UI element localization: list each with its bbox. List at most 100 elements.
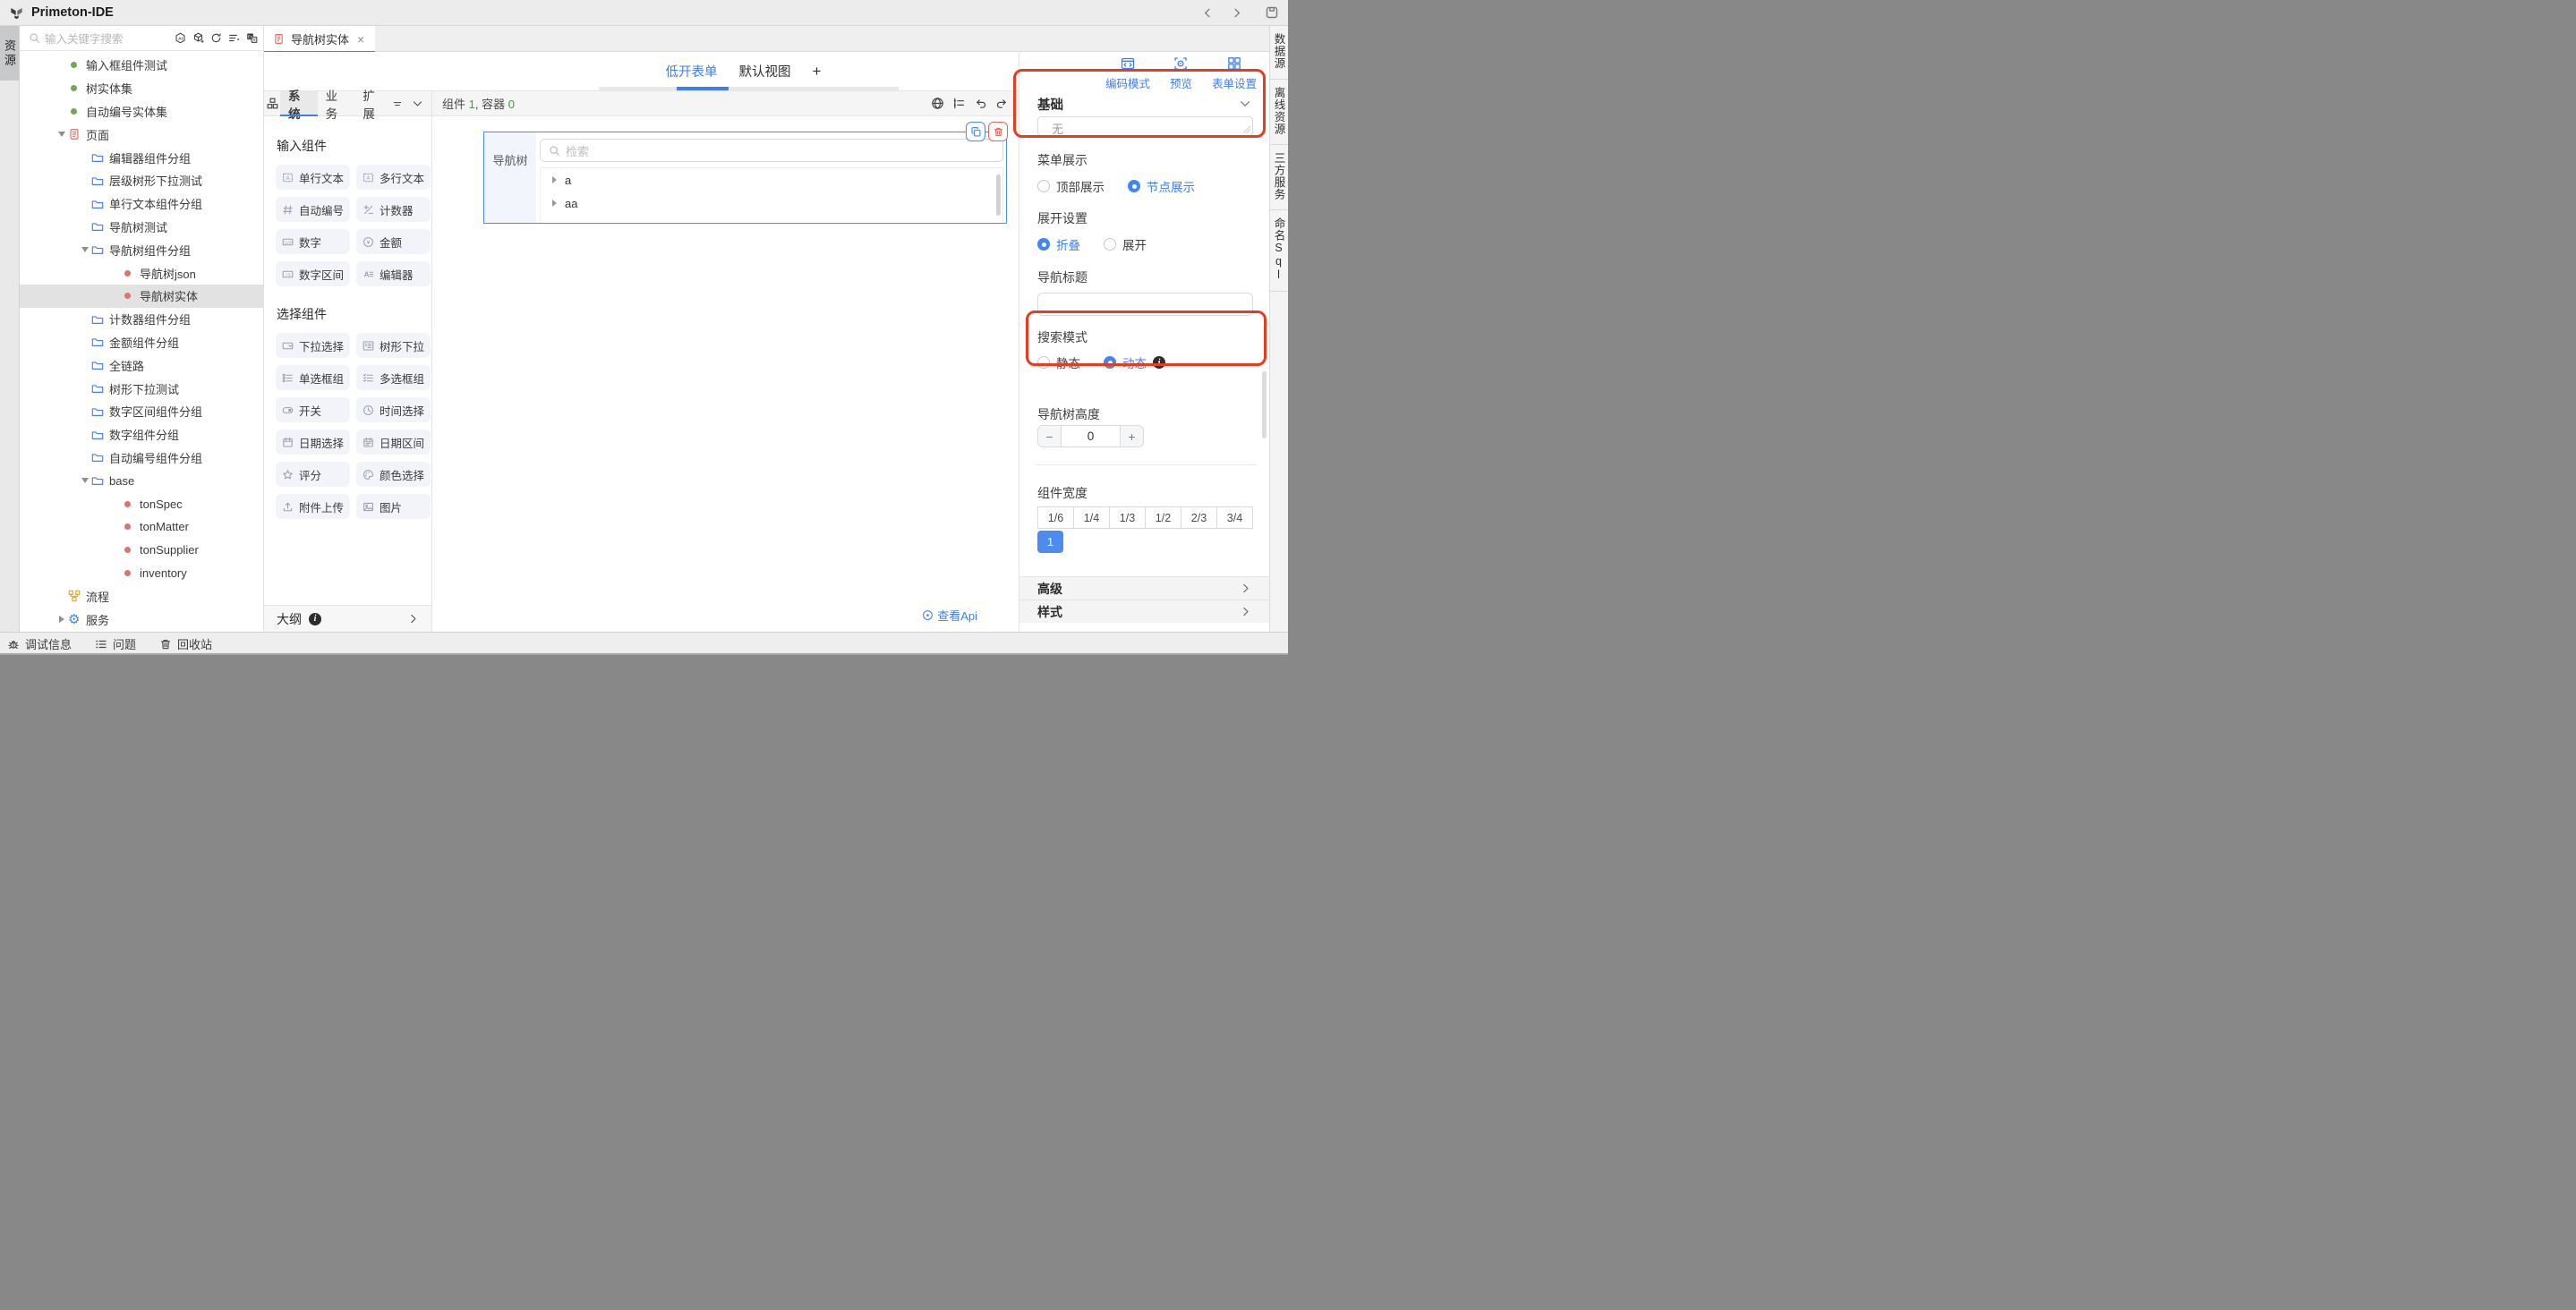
scrollbar-thumb[interactable] [1262, 371, 1267, 438]
palette-item[interactable]: ¥金额 [356, 229, 431, 254]
radio-icon[interactable] [1128, 180, 1140, 192]
right-strip-tab-三方服务[interactable]: 三方服务 [1270, 145, 1288, 210]
tree-item[interactable]: 页面 [20, 123, 263, 146]
palette-item[interactable]: 颜色选择 [356, 462, 431, 487]
tree-item[interactable]: tonSupplier [20, 539, 263, 562]
tree-item[interactable]: 导航树组件分组 [20, 238, 263, 261]
tree-item[interactable]: 流程 [20, 584, 263, 608]
right-strip-tab-命名Sql[interactable]: 命名Sql [1270, 210, 1288, 292]
caret-right-icon[interactable] [552, 200, 557, 207]
tree-item[interactable]: 金额组件分组 [20, 331, 263, 354]
canvas-body[interactable]: 导航树 检索 aaa 查看Api [432, 116, 1019, 632]
editor-tab-active[interactable]: 导航树实体 × [264, 26, 375, 52]
nav-forward-icon[interactable] [1229, 5, 1243, 20]
recycle-bin-item[interactable]: 回收站 [159, 635, 212, 652]
radio-option-折叠[interactable]: 折叠 [1037, 235, 1080, 253]
palette-item[interactable]: 下拉选择 [276, 333, 350, 358]
width-option-1/4[interactable]: 1/4 [1074, 507, 1110, 528]
info-icon[interactable]: i [1153, 356, 1165, 369]
globe-icon[interactable] [931, 97, 944, 110]
palette-item[interactable]: 时间选择 [356, 397, 431, 422]
tree-item[interactable]: 输入框组件测试 [20, 54, 263, 77]
tree-item[interactable]: 编辑器组件分组 [20, 146, 263, 169]
radio-option-顶部展示[interactable]: 顶部展示 [1037, 177, 1105, 195]
radio-icon[interactable] [1104, 356, 1116, 369]
tree-item[interactable]: 全链路 [20, 353, 263, 377]
section-basic[interactable]: 基础 [1019, 94, 1269, 114]
tree-item[interactable]: 层级树形下拉测试 [20, 169, 263, 192]
inspector-action-表单设置[interactable]: 表单设置 [1212, 56, 1257, 90]
view-api-link[interactable]: 查看Api [922, 607, 977, 624]
stepper-plus-button[interactable]: + [1121, 426, 1143, 447]
basic-value-textarea[interactable]: 无 [1037, 116, 1253, 136]
tree-item[interactable]: 数字区间组件分组 [20, 400, 263, 423]
view-tab-active[interactable]: 低开表单 [666, 62, 718, 81]
navtree-component[interactable]: 导航树 检索 aaa [483, 132, 1007, 224]
tree-item[interactable]: base [20, 469, 263, 492]
outline-bar[interactable]: 大纲 i [264, 605, 431, 632]
palette-item[interactable]: 多选框组 [356, 365, 431, 390]
save-icon[interactable] [1265, 5, 1279, 20]
palette-item[interactable]: 123数字 [276, 229, 350, 254]
navtree-node[interactable]: a [541, 168, 1002, 191]
radio-option-静态[interactable]: 静态 [1037, 353, 1080, 371]
palette-item[interactable]: 开关 [276, 397, 350, 422]
radio-icon[interactable] [1037, 356, 1050, 369]
caret-right-icon[interactable] [552, 176, 557, 183]
width-option-1/3[interactable]: 1/3 [1110, 507, 1146, 528]
debug-info-item[interactable]: 调试信息 [7, 635, 72, 652]
palette-item[interactable]: 计数器 [356, 197, 431, 222]
navtree-search-input[interactable]: 检索 [540, 139, 1003, 162]
sort-list-icon[interactable] [228, 32, 240, 44]
structure-tree-icon[interactable] [952, 97, 966, 110]
tree-item[interactable]: 单行文本组件分组 [20, 192, 263, 216]
navtree-node[interactable]: aa [541, 191, 1002, 215]
width-option-2/3[interactable]: 2/3 [1181, 507, 1217, 528]
palette-list-icon[interactable] [392, 98, 403, 109]
caret-down-icon[interactable] [79, 247, 91, 252]
width-option-1/6[interactable]: 1/6 [1038, 507, 1074, 528]
palette-item[interactable]: 单选框组 [276, 365, 350, 390]
copy-component-button[interactable] [966, 122, 985, 141]
palette-tab-系统[interactable]: 系统 [280, 91, 318, 115]
tree-item[interactable]: 导航树实体 [20, 285, 263, 308]
stepper-minus-button[interactable]: − [1038, 426, 1061, 447]
translate-icon[interactable]: En文 [246, 32, 258, 44]
section-advanced[interactable]: 高级 [1019, 576, 1269, 600]
palette-collapse-icon[interactable] [412, 98, 423, 109]
palette-item[interactable]: 日期选择 [276, 430, 350, 455]
tree-item[interactable]: 自动编号组件分组 [20, 447, 263, 470]
palette-tab-业务[interactable]: 业务 [318, 91, 355, 115]
stepper-value[interactable]: 0 [1061, 426, 1121, 447]
tree-item[interactable]: 树实体集 [20, 77, 263, 100]
radio-icon[interactable] [1037, 238, 1050, 251]
palette-item[interactable]: A编辑器 [356, 261, 431, 286]
palette-item[interactable]: A多行文本 [356, 165, 431, 190]
palette-item[interactable]: 自动编号 [276, 197, 350, 222]
ai-assistant-icon[interactable]: AI [175, 32, 186, 44]
nav-title-input[interactable] [1037, 293, 1253, 316]
caret-down-icon[interactable] [55, 132, 68, 137]
radio-option-节点展示[interactable]: 节点展示 [1128, 177, 1195, 195]
comp-width-selected[interactable]: 1 [1037, 531, 1063, 553]
palette-item[interactable]: ~3数字区间 [276, 261, 350, 286]
view-tab-inactive[interactable]: 默认视图 [739, 62, 791, 81]
tree-item[interactable]: ⚙服务 [20, 608, 263, 631]
problems-item[interactable]: 问题 [95, 635, 136, 652]
palette-item[interactable]: A单行文本 [276, 165, 350, 190]
add-view-button[interactable]: + [813, 63, 822, 81]
right-strip-tab-离线资源[interactable]: 离线资源 [1270, 80, 1288, 145]
undo-icon[interactable] [974, 97, 987, 110]
tree-item[interactable]: 自动编号实体集 [20, 100, 263, 123]
nav-back-icon[interactable] [1200, 5, 1215, 20]
tree-item[interactable]: 计数器组件分组 [20, 308, 263, 331]
tree-item[interactable]: 数字组件分组 [20, 423, 263, 447]
width-option-3/4[interactable]: 3/4 [1217, 507, 1252, 528]
inspector-action-编码模式[interactable]: 编码模式 [1105, 56, 1150, 90]
radio-option-动态[interactable]: 动态i [1104, 353, 1165, 371]
redo-icon[interactable] [995, 97, 1009, 110]
width-option-1/2[interactable]: 1/2 [1146, 507, 1181, 528]
scrollbar-thumb[interactable] [996, 174, 1001, 216]
right-strip-tab-数据源[interactable]: 数据源 [1270, 26, 1288, 80]
palette-item[interactable]: 日期区间 [356, 430, 431, 455]
